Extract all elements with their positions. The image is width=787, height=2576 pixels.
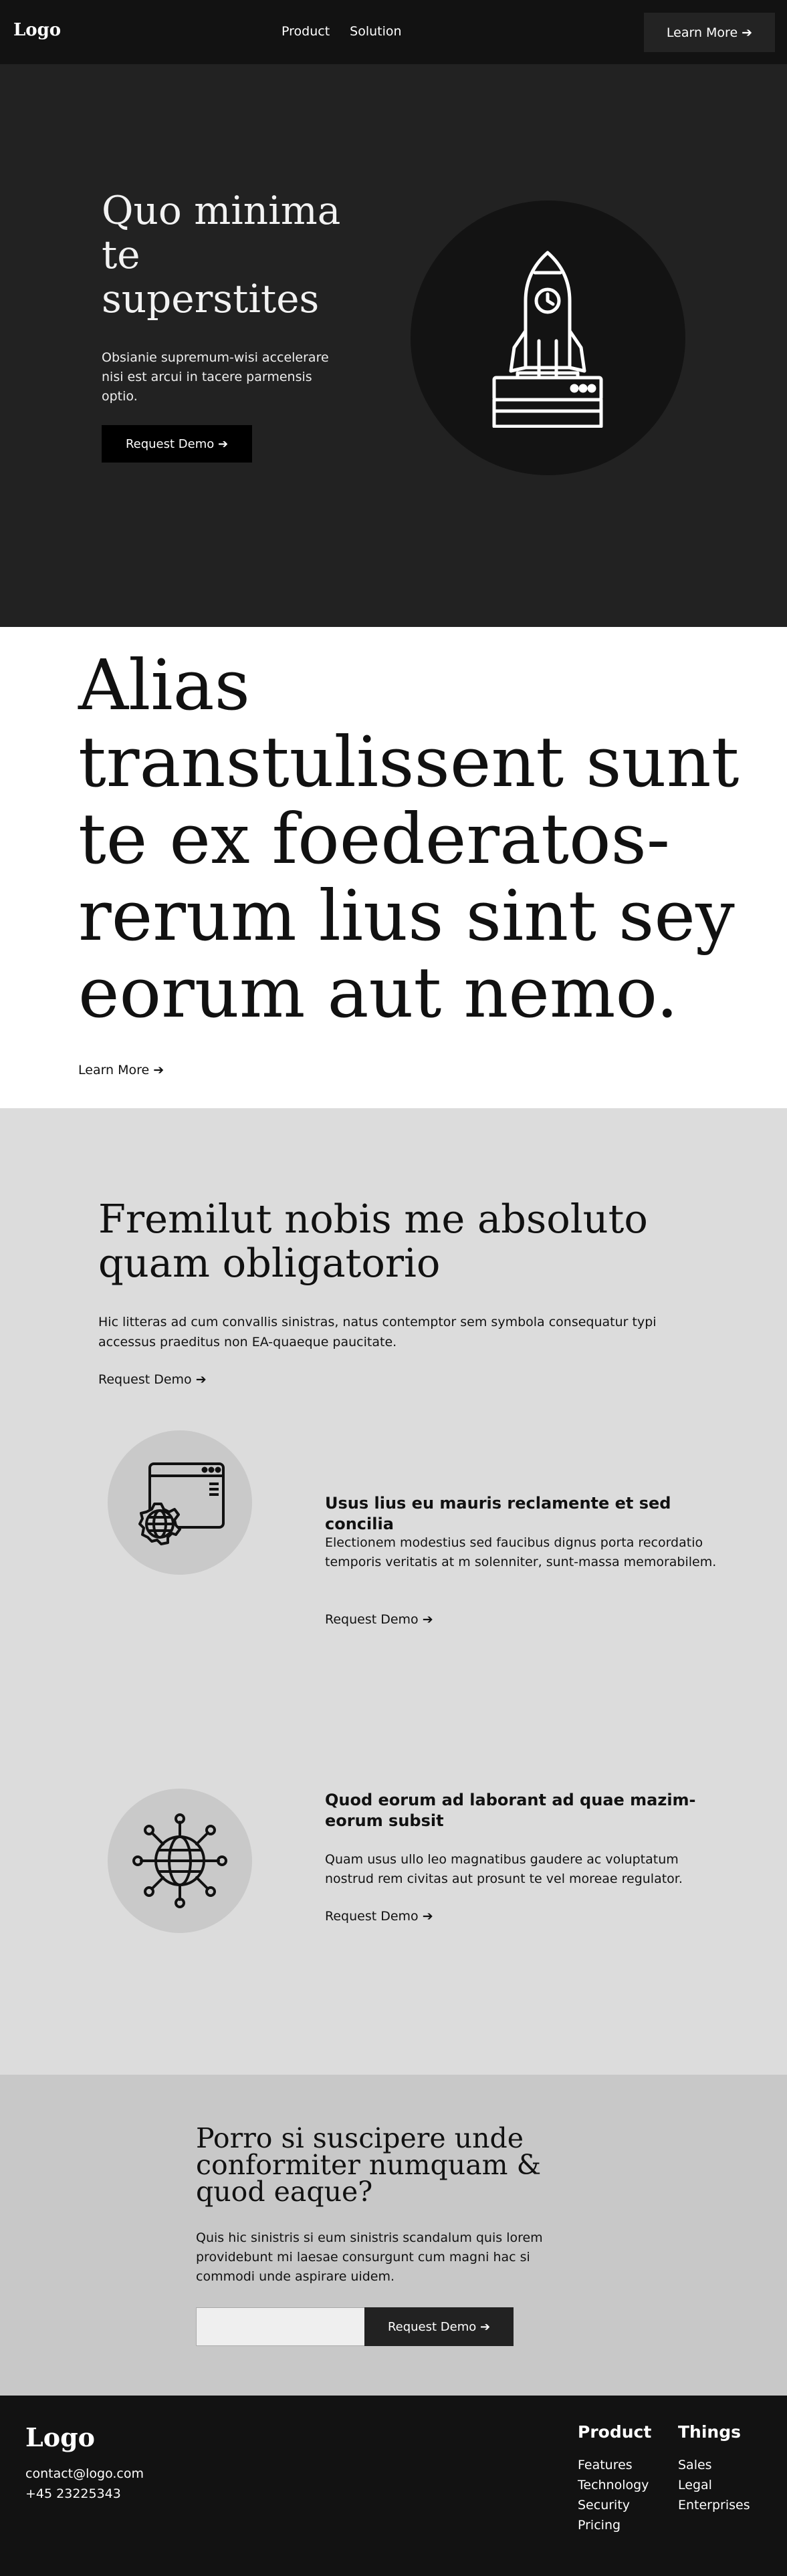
feature-1-title: Usus lius eu mauris reclamente et sed co… (325, 1494, 671, 1533)
hero-request-demo-button[interactable]: Request Demo ➔ (102, 425, 252, 463)
footer-column-things: Things Sales Legal Enterprises (678, 2422, 750, 2515)
feature-2-body: Quam usus ullo leo magnatibus gaudere ac… (325, 1852, 683, 1886)
hero-body: Obsianie supremum-wisi accelerare nisi e… (102, 350, 329, 404)
footer-email[interactable]: contact@logo.com (25, 2466, 144, 2481)
feature-2-icon-circle (108, 1789, 252, 1933)
newsletter-section: Porro si suscipere unde conformiter numq… (0, 2075, 787, 2396)
footer: Logo contact@logo.com +45 23225343 Produ… (0, 2396, 787, 2576)
nav-logo[interactable]: Logo (13, 20, 61, 40)
features-request-demo-link[interactable]: Request Demo ➔ (98, 1372, 207, 1387)
feature-2-request-demo-link[interactable]: Request Demo ➔ (325, 1909, 433, 1924)
globe-network-icon (132, 1813, 227, 1908)
features-section: Fremilut nobis me absoluto quam obligato… (0, 1108, 787, 2075)
feature-1-request-demo-link[interactable]: Request Demo ➔ (325, 1612, 433, 1627)
hero-illustration (411, 201, 685, 475)
footer-link-sales[interactable]: Sales (678, 2455, 750, 2475)
footer-phone[interactable]: +45 23225343 (25, 2486, 121, 2501)
footer-link-enterprises[interactable]: Enterprises (678, 2495, 750, 2515)
newsletter-title: Porro si suscipere unde conformiter numq… (196, 2122, 542, 2208)
features-intro: Hic litteras ad cum convallis sinistras,… (98, 1315, 657, 1349)
rocket-launch-icon (492, 251, 603, 428)
footer-column-product: Product Features Technology Security Pri… (578, 2422, 651, 2535)
footer-link-security[interactable]: Security (578, 2495, 651, 2515)
nav-link-solution[interactable]: Solution (350, 24, 401, 39)
newsletter-request-demo-button[interactable]: Request Demo ➔ (364, 2307, 514, 2346)
hero-section: Quo minima te superstites Obsianie supre… (0, 64, 787, 627)
footer-logo[interactable]: Logo (25, 2422, 95, 2452)
feature-1-body: Electionem modestius sed faucibus dignus… (325, 1535, 717, 1569)
nav-learn-more-button[interactable]: Learn More ➔ (644, 13, 775, 52)
feature-1-icon-circle (108, 1430, 252, 1575)
newsletter-body: Quis hic sinistris si eum sinistris scan… (196, 2230, 543, 2284)
top-navbar: Logo Product Solution Learn More ➔ (0, 0, 787, 64)
web-settings-icon (138, 1462, 225, 1545)
statement-heading: Alias transtulissent sunt te ex foederat… (78, 644, 740, 1033)
features-title: Fremilut nobis me absoluto quam obligato… (98, 1196, 648, 1286)
footer-column-title: Things (678, 2422, 741, 2442)
footer-column-title: Product (578, 2422, 652, 2442)
nav-links: Product Solution (282, 24, 402, 39)
statement-learn-more-link[interactable]: Learn More ➔ (78, 1063, 164, 1077)
feature-2-title: Quod eorum ad laborant ad quae mazim-eor… (325, 1791, 696, 1830)
nav-link-product[interactable]: Product (282, 24, 330, 39)
footer-link-technology[interactable]: Technology (578, 2475, 651, 2495)
statement-section: Alias transtulissent sunt te ex foederat… (0, 627, 787, 1108)
footer-link-legal[interactable]: Legal (678, 2475, 750, 2495)
footer-link-pricing[interactable]: Pricing (578, 2515, 651, 2535)
newsletter-email-input[interactable] (196, 2307, 365, 2346)
hero-title: Quo minima te superstites (102, 188, 341, 321)
footer-link-features[interactable]: Features (578, 2455, 651, 2475)
